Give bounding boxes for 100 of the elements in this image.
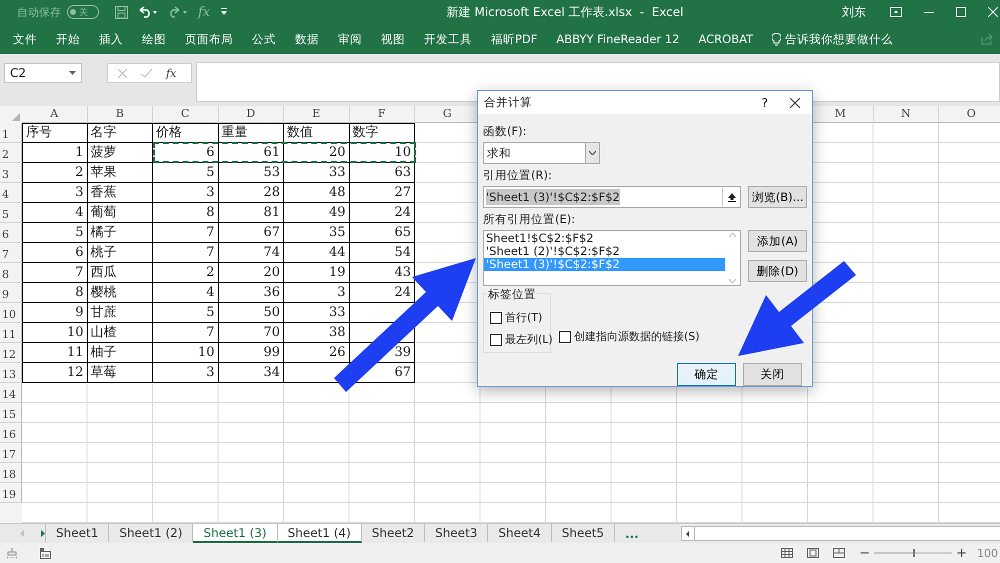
row-header[interactable]: 11 — [0, 323, 22, 343]
horizontal-scrollbar[interactable] — [680, 526, 1000, 541]
delete-button[interactable]: 删除(D) — [748, 260, 807, 282]
add-button[interactable]: 添加(A) — [748, 230, 807, 252]
column-header[interactable]: A — [22, 106, 88, 123]
column-header[interactable]: O — [939, 106, 1000, 123]
name-box[interactable]: C2 — [4, 63, 82, 83]
table-cell: 5 — [153, 303, 218, 323]
dropdown-button[interactable] — [585, 143, 599, 163]
checkbox-label[interactable]: 创建指向源数据的链接(S) — [574, 329, 700, 344]
zoom-out-button[interactable]: − — [859, 546, 870, 560]
ribbon-tab[interactable]: 文件 — [13, 32, 37, 46]
ok-button[interactable]: 确定 — [677, 363, 736, 386]
row-header[interactable]: 1 — [0, 123, 22, 143]
reference-field[interactable]: 'Sheet1 (3)'!$C$2:$F$2 — [483, 186, 742, 208]
table-cell: 山楂 — [88, 323, 153, 343]
column-header[interactable]: C — [153, 106, 218, 123]
table-cell: 4 — [153, 283, 218, 303]
row-header[interactable]: 5 — [0, 203, 22, 223]
row-header[interactable]: 10 — [0, 303, 22, 323]
references-list[interactable]: Sheet1!$C$2:$F$2 'Sheet1 (2)'!$C$2:$F$2 'Sheet1 (3)'!$C$2:$F$2 — [483, 230, 741, 286]
row-header[interactable]: 14 — [0, 383, 22, 403]
column-header[interactable]: N — [874, 106, 939, 123]
ribbon-tab[interactable]: 福昕PDF — [491, 32, 538, 46]
table-cell: 2 — [153, 263, 218, 283]
row-header[interactable]: 2 — [0, 143, 22, 163]
help-button[interactable]: ? — [762, 96, 768, 110]
browse-button[interactable]: 浏览(B)... — [748, 186, 807, 208]
scroll-left-icon[interactable] — [686, 530, 690, 536]
macro-record-icon[interactable] — [40, 548, 51, 558]
reference-item[interactable]: 'Sheet1 (2)'!$C$2:$F$2 — [484, 245, 725, 258]
row-header[interactable]: 19 — [0, 483, 22, 503]
table-cell: 65 — [350, 223, 415, 243]
next-sheet-icon[interactable] — [41, 530, 45, 537]
close-button[interactable] — [790, 98, 800, 108]
insert-function-button[interactable]: fx — [166, 66, 176, 80]
more-sheets-button[interactable]: ... — [615, 526, 649, 540]
function-dropdown[interactable]: 求和 — [483, 142, 600, 164]
row-header[interactable]: 17 — [0, 443, 22, 463]
checkbox-label[interactable]: 最左列(L) — [505, 332, 553, 347]
column-header[interactable]: E — [284, 106, 350, 123]
undo-icon[interactable] — [138, 6, 158, 18]
ribbon-tab[interactable]: ABBYY FineReader 12 — [556, 32, 680, 46]
column-header[interactable]: B — [88, 106, 153, 123]
table-cell: 33 — [284, 303, 350, 323]
table-cell: 3 — [284, 283, 350, 303]
ribbon-tab[interactable]: 页面布局 — [185, 32, 233, 46]
page-layout-icon[interactable] — [807, 548, 820, 558]
checkbox[interactable] — [559, 330, 571, 342]
collapse-icon[interactable] — [728, 192, 736, 202]
table-cell: 西瓜 — [88, 263, 153, 283]
column-header[interactable]: F — [350, 106, 415, 123]
row-header[interactable]: 15 — [0, 403, 22, 423]
row-header[interactable]: 13 — [0, 363, 22, 383]
normal-view-icon[interactable] — [781, 548, 794, 558]
ribbon-tab[interactable]: 开发工具 — [424, 32, 472, 46]
ribbon-tab[interactable]: 绘图 — [142, 32, 166, 46]
ribbon-tab[interactable]: 公式 — [252, 32, 276, 46]
page-break-icon[interactable] — [833, 548, 846, 558]
table-cell: 99 — [218, 343, 284, 363]
row-header[interactable]: 12 — [0, 343, 22, 363]
row-header[interactable]: 9 — [0, 283, 22, 303]
redo-icon[interactable] — [168, 6, 188, 18]
table-cell: 香蕉 — [88, 183, 153, 203]
ribbon-tab[interactable]: 数据 — [295, 32, 319, 46]
customize-icon[interactable] — [220, 8, 228, 16]
close-dialog-button[interactable]: 关闭 — [743, 363, 802, 386]
table-cell: 3 — [22, 183, 88, 203]
row-header[interactable]: 3 — [0, 163, 22, 183]
column-header[interactable]: D — [218, 106, 284, 123]
table-cell: 10 — [350, 143, 415, 163]
table-cell: 菠萝 — [88, 143, 153, 163]
row-header[interactable]: 4 — [0, 183, 22, 203]
sheet-tab[interactable]: Sheet1 (4) — [278, 524, 362, 543]
close-icon[interactable] — [988, 7, 998, 17]
function-label: 函数(F): — [483, 124, 528, 139]
row-header[interactable]: 18 — [0, 463, 22, 483]
checkbox[interactable] — [490, 312, 502, 324]
ribbon-tab[interactable]: 开始 — [56, 32, 80, 46]
user-name[interactable]: 刘东 — [842, 4, 866, 20]
ribbon-tab[interactable]: 插入 — [99, 32, 123, 46]
save-icon[interactable] — [115, 6, 128, 18]
tell-me-field[interactable]: 告诉我你想要做什么 — [785, 32, 894, 46]
checkbox[interactable] — [490, 334, 502, 346]
checkbox-label[interactable]: 首行(T) — [505, 310, 542, 325]
ribbon-tab[interactable]: 视图 — [381, 32, 405, 46]
row-header[interactable]: 6 — [0, 223, 22, 243]
caret-icon[interactable] — [589, 151, 596, 155]
ribbon-tab[interactable]: 审阅 — [338, 32, 362, 46]
reference-item[interactable]: Sheet1!$C$2:$F$2 — [484, 232, 725, 245]
row-header[interactable]: 16 — [0, 423, 22, 443]
maximize-icon[interactable] — [956, 7, 966, 17]
table-cell: 7 — [22, 263, 88, 283]
zoom-in-button[interactable]: + — [956, 546, 967, 560]
ribbon-display-icon[interactable] — [890, 7, 902, 17]
table-cell: 44 — [284, 243, 350, 263]
ribbon-tab[interactable]: ACROBAT — [698, 32, 754, 46]
row-header[interactable]: 7 — [0, 243, 22, 263]
sheet-tab[interactable]: Sheet1 (3) — [193, 524, 278, 543]
row-header[interactable]: 8 — [0, 263, 22, 283]
